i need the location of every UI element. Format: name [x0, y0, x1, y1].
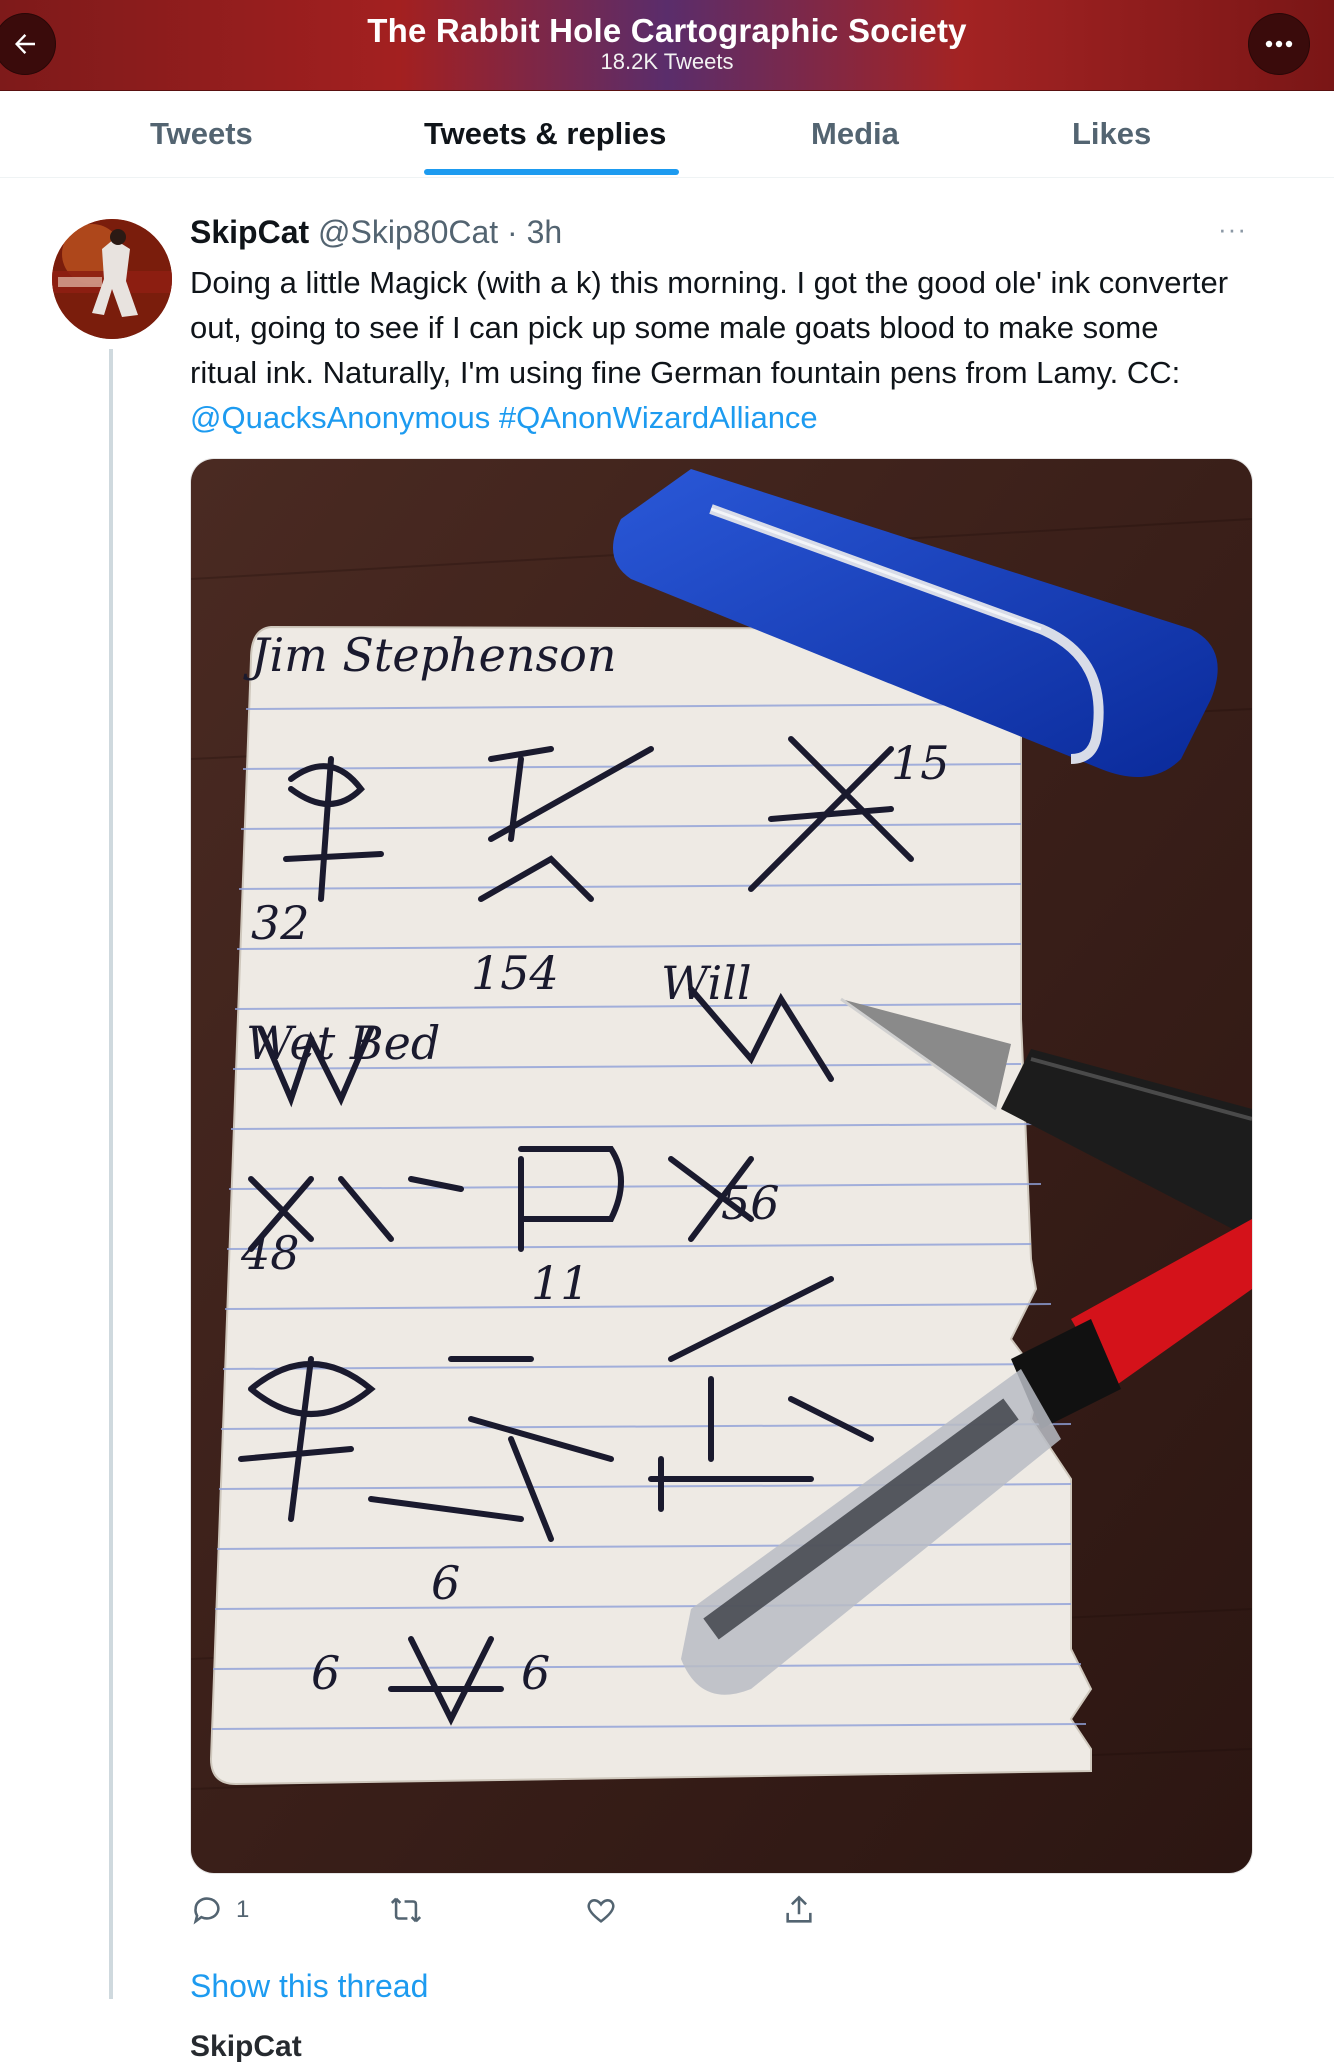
mention-link[interactable]: @QuacksAnonymous — [190, 400, 490, 435]
tweet-header: SkipCat @Skip80Cat · 3h — [190, 214, 562, 251]
page-title: The Rabbit Hole Cartographic Society — [367, 12, 967, 49]
paper-number-154: 154 — [471, 946, 559, 1000]
retweet-button[interactable] — [388, 1893, 424, 1927]
profile-tabs: Tweets Tweets & replies Media Likes — [0, 90, 1334, 178]
paper-number-6-right: 6 — [521, 1646, 550, 1700]
avatar-image — [52, 219, 172, 339]
reply-count: 1 — [236, 1896, 250, 1923]
paper-number-6-top: 6 — [431, 1556, 460, 1610]
paper-number-56: 56 — [721, 1176, 780, 1230]
photo-illustration: Jim Stephenson 15 32 154 Will Wet Bed 48… — [191, 459, 1252, 1873]
tab-tweets[interactable]: Tweets — [150, 116, 253, 152]
active-tab-indicator — [424, 169, 679, 175]
share-button[interactable] — [782, 1893, 816, 1927]
tab-tweets-and-replies[interactable]: Tweets & replies — [424, 116, 666, 152]
tweet-more-icon[interactable]: ··· — [1218, 214, 1247, 245]
paper-heading: Jim Stephenson — [243, 628, 616, 682]
thread-line — [109, 349, 113, 1999]
tweet-actions: 1 — [0, 1893, 1334, 1933]
profile-header: The Rabbit Hole Cartographic Society 18.… — [0, 0, 1334, 91]
tweet-photo[interactable]: Jim Stephenson 15 32 154 Will Wet Bed 48… — [190, 458, 1253, 1874]
show-thread-link[interactable]: Show this thread — [190, 1968, 428, 2005]
share-icon — [786, 1895, 812, 1923]
paper-number-6-left: 6 — [311, 1646, 340, 1700]
tweet-time[interactable]: 3h — [527, 214, 563, 250]
reply-button[interactable]: 1 — [190, 1893, 249, 1927]
tweet-body: Doing a little Magick (with a k) this mo… — [190, 265, 1229, 390]
hashtag-link[interactable]: #QAnonWizardAlliance — [499, 400, 818, 435]
next-tweet-author[interactable]: SkipCat — [190, 2030, 302, 2064]
paper-number-15: 15 — [891, 736, 950, 790]
paper-word-wet-bed: Wet Bed — [246, 1016, 440, 1070]
reply-icon — [193, 1897, 220, 1925]
paper-word-will: Will — [661, 956, 752, 1010]
paper-number-11: 11 — [531, 1256, 590, 1310]
retweet-icon — [390, 1897, 422, 1923]
like-button[interactable] — [584, 1893, 618, 1927]
paper-number-32: 32 — [251, 896, 310, 950]
paper-number-48: 48 — [240, 1226, 300, 1280]
separator-dot: · — [507, 214, 518, 250]
author-name[interactable]: SkipCat — [190, 214, 309, 250]
tab-media[interactable]: Media — [811, 116, 899, 152]
tweet-count: 18.2K Tweets — [600, 49, 734, 74]
more-button[interactable] — [1248, 13, 1310, 75]
more-horizontal-icon — [1265, 40, 1293, 48]
tab-likes[interactable]: Likes — [1072, 116, 1151, 152]
heart-icon — [587, 1899, 615, 1923]
tweet-text: Doing a little Magick (with a k) this mo… — [190, 260, 1230, 440]
avatar[interactable] — [52, 219, 172, 339]
author-handle[interactable]: @Skip80Cat — [318, 214, 498, 250]
